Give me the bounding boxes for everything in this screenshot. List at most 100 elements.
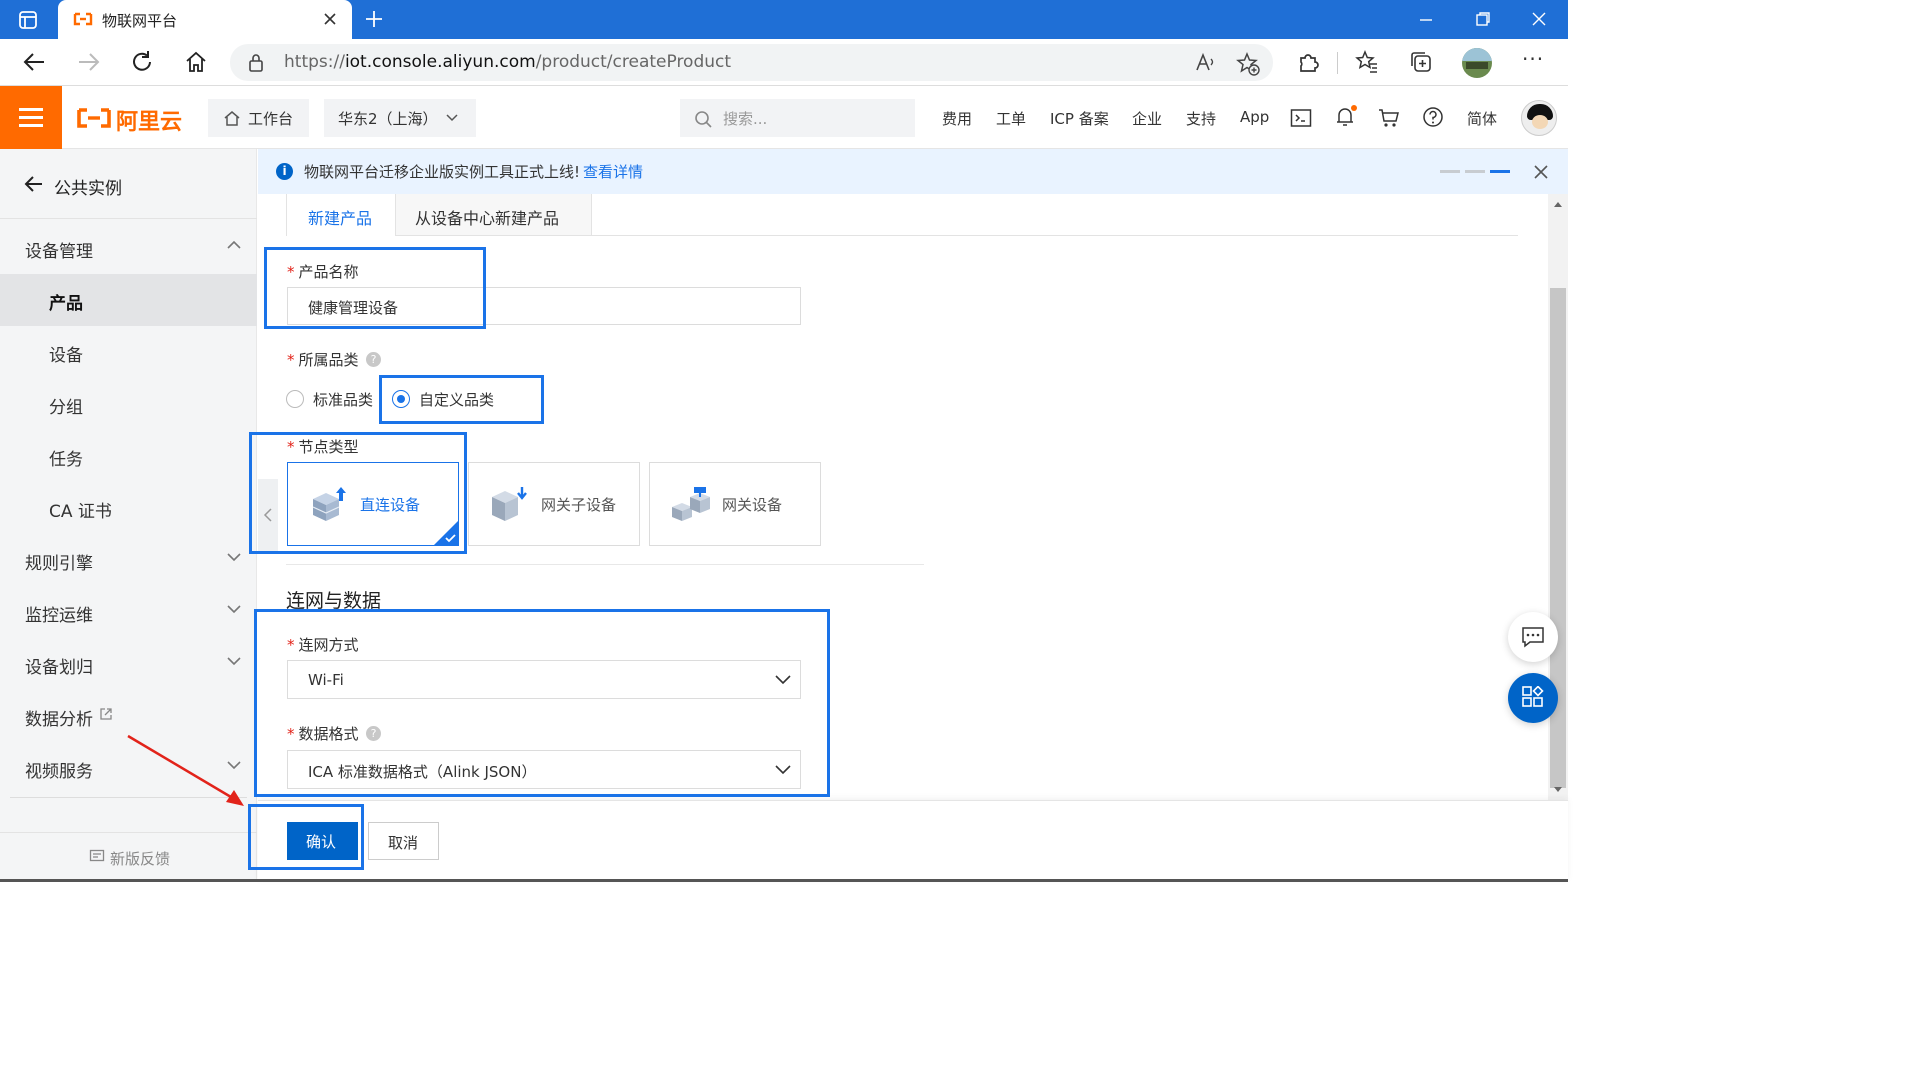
language-switch[interactable]: 简体 (1467, 108, 1497, 129)
url-text[interactable]: https://iot.console.aliyun.com/product/c… (284, 52, 731, 72)
aliyun-favicon-icon (73, 12, 93, 26)
menu-bar-2 (19, 116, 43, 119)
aliyun-logo-icon (77, 108, 111, 128)
tab-from-device-center[interactable]: 从设备中心新建产品 (396, 194, 592, 236)
sidebar-group-device-management[interactable]: 设备管理 (0, 222, 257, 274)
banner-details-link[interactable]: 查看详情 (583, 161, 643, 182)
node-type-card-gateway[interactable]: 网关设备 (649, 462, 821, 546)
add-favorite-icon[interactable] (1236, 52, 1260, 76)
sidebar-item-group[interactable]: 分组 (0, 378, 257, 430)
extensions-icon[interactable] (1297, 51, 1319, 73)
forward-icon[interactable] (77, 51, 101, 73)
browser-tab-bar: 物联网平台 (0, 0, 1568, 39)
carousel-dot-1[interactable] (1440, 170, 1460, 173)
section-divider (286, 564, 924, 565)
apps-float-button[interactable] (1508, 673, 1558, 723)
close-tab-icon[interactable] (323, 12, 337, 26)
sidebar-item-label: 规则引擎 (25, 554, 93, 574)
back-icon[interactable] (22, 51, 46, 73)
cancel-button[interactable]: 取消 (368, 822, 439, 860)
chevron-down-icon (446, 114, 458, 122)
notification-bell-icon[interactable] (1334, 104, 1358, 130)
nav-link-enterprise[interactable]: 企业 (1132, 108, 1162, 129)
scroll-up-icon[interactable] (1553, 200, 1563, 208)
tab-actions-icon[interactable] (18, 10, 38, 30)
favorites-icon[interactable] (1355, 50, 1379, 74)
workbench-button[interactable]: 工作台 (208, 99, 309, 137)
category-label: * 所属品类 (287, 351, 359, 369)
sidebar-group-device-assignment[interactable]: 设备划归 (0, 638, 257, 690)
sidebar-item-label: CA 证书 (49, 502, 112, 522)
browser-tab[interactable]: 物联网平台 (58, 0, 352, 39)
search-placeholder: 搜索... (723, 110, 768, 128)
url-bar[interactable]: https://iot.console.aliyun.com/product/c… (230, 44, 1273, 81)
region-select[interactable]: 华东2（上海） (324, 99, 476, 137)
feedback-label: 新版反馈 (110, 850, 171, 868)
sidebar-item-ca-cert[interactable]: CA 证书 (0, 482, 257, 534)
address-toolbar: https://iot.console.aliyun.com/product/c… (0, 39, 1568, 86)
url-path: /product/createProduct (535, 52, 732, 72)
read-aloud-icon[interactable] (1194, 52, 1216, 74)
profile-avatar[interactable] (1462, 48, 1492, 78)
arrow-left-icon (24, 176, 42, 192)
workbench-label: 工作台 (248, 110, 294, 128)
radio-circle (286, 390, 304, 408)
chat-float-button[interactable] (1508, 612, 1558, 662)
apps-icon (1522, 686, 1544, 707)
new-tab-icon[interactable] (364, 9, 384, 29)
announcement-banner: i 物联网平台迁移企业版实例工具正式上线! 查看详情 (258, 149, 1568, 194)
url-host: iot.console.aliyun.com (344, 52, 536, 72)
menu-bar-3 (19, 124, 43, 127)
sidebar-group-rule-engine[interactable]: 规则引擎 (0, 534, 257, 586)
menu-bar-1 (19, 108, 43, 111)
terminal-icon[interactable] (1290, 108, 1312, 128)
sidebar-back-link[interactable]: 公共实例 (0, 149, 257, 219)
restore-icon[interactable] (1475, 11, 1491, 27)
tab-new-product[interactable]: 新建产品 (286, 194, 396, 236)
menu-toggle-button[interactable] (0, 86, 62, 149)
scroll-down-icon[interactable] (1553, 786, 1563, 794)
node-type-label: 网关设备 (722, 496, 783, 514)
carousel-dot-2[interactable] (1465, 170, 1485, 173)
url-prefix: https:// (284, 52, 345, 72)
tabs-underline (592, 235, 1518, 236)
nav-link-tickets[interactable]: 工单 (996, 108, 1026, 129)
chat-icon (1522, 627, 1544, 648)
close-window-icon[interactable] (1531, 11, 1547, 27)
sidebar-item-task[interactable]: 任务 (0, 430, 257, 482)
cart-icon[interactable] (1378, 107, 1400, 129)
banner-text: 物联网平台迁移企业版实例工具正式上线! (304, 163, 581, 181)
highlight-box-confirm (248, 804, 364, 870)
carousel-dot-3[interactable] (1490, 170, 1510, 173)
nav-link-app[interactable]: App (1240, 108, 1269, 126)
user-avatar[interactable] (1521, 100, 1557, 136)
search-box[interactable]: 搜索... (680, 99, 915, 137)
lock-icon[interactable] (248, 53, 264, 73)
question-icon[interactable]: ? (366, 352, 381, 367)
node-type-label: 网关子设备 (541, 496, 617, 514)
sidebar-group-monitoring[interactable]: 监控运维 (0, 586, 257, 638)
nav-link-icp[interactable]: ICP 备案 (1050, 108, 1109, 129)
search-icon (695, 111, 712, 128)
radio-label: 标准品类 (313, 391, 374, 409)
node-type-card-gateway-sub[interactable]: 网关子设备 (468, 462, 640, 546)
minimize-icon[interactable] (1418, 12, 1434, 28)
sidebar-item-product[interactable]: 产品 (0, 274, 257, 326)
refresh-icon[interactable] (130, 50, 154, 74)
more-icon[interactable]: ··· (1522, 47, 1544, 71)
feedback-link[interactable]: 新版反馈 (0, 832, 257, 882)
sidebar-item-device[interactable]: 设备 (0, 326, 257, 378)
chevron-down-icon (227, 657, 241, 666)
sidebar-item-label: 数据分析 (25, 710, 93, 730)
nav-link-support[interactable]: 支持 (1186, 108, 1216, 129)
home-icon[interactable] (184, 50, 208, 74)
sidebar-item-label: 产品 (49, 294, 83, 314)
help-icon[interactable] (1422, 106, 1444, 128)
annotation-arrow-icon (127, 734, 244, 806)
nav-link-fees[interactable]: 费用 (942, 108, 972, 129)
collections-icon[interactable] (1409, 50, 1433, 74)
sidebar-item-label: 设备划归 (25, 658, 93, 678)
sidebar-item-label: 设备管理 (25, 242, 93, 262)
highlight-box-product-name (264, 247, 486, 329)
close-icon[interactable] (1534, 165, 1548, 179)
